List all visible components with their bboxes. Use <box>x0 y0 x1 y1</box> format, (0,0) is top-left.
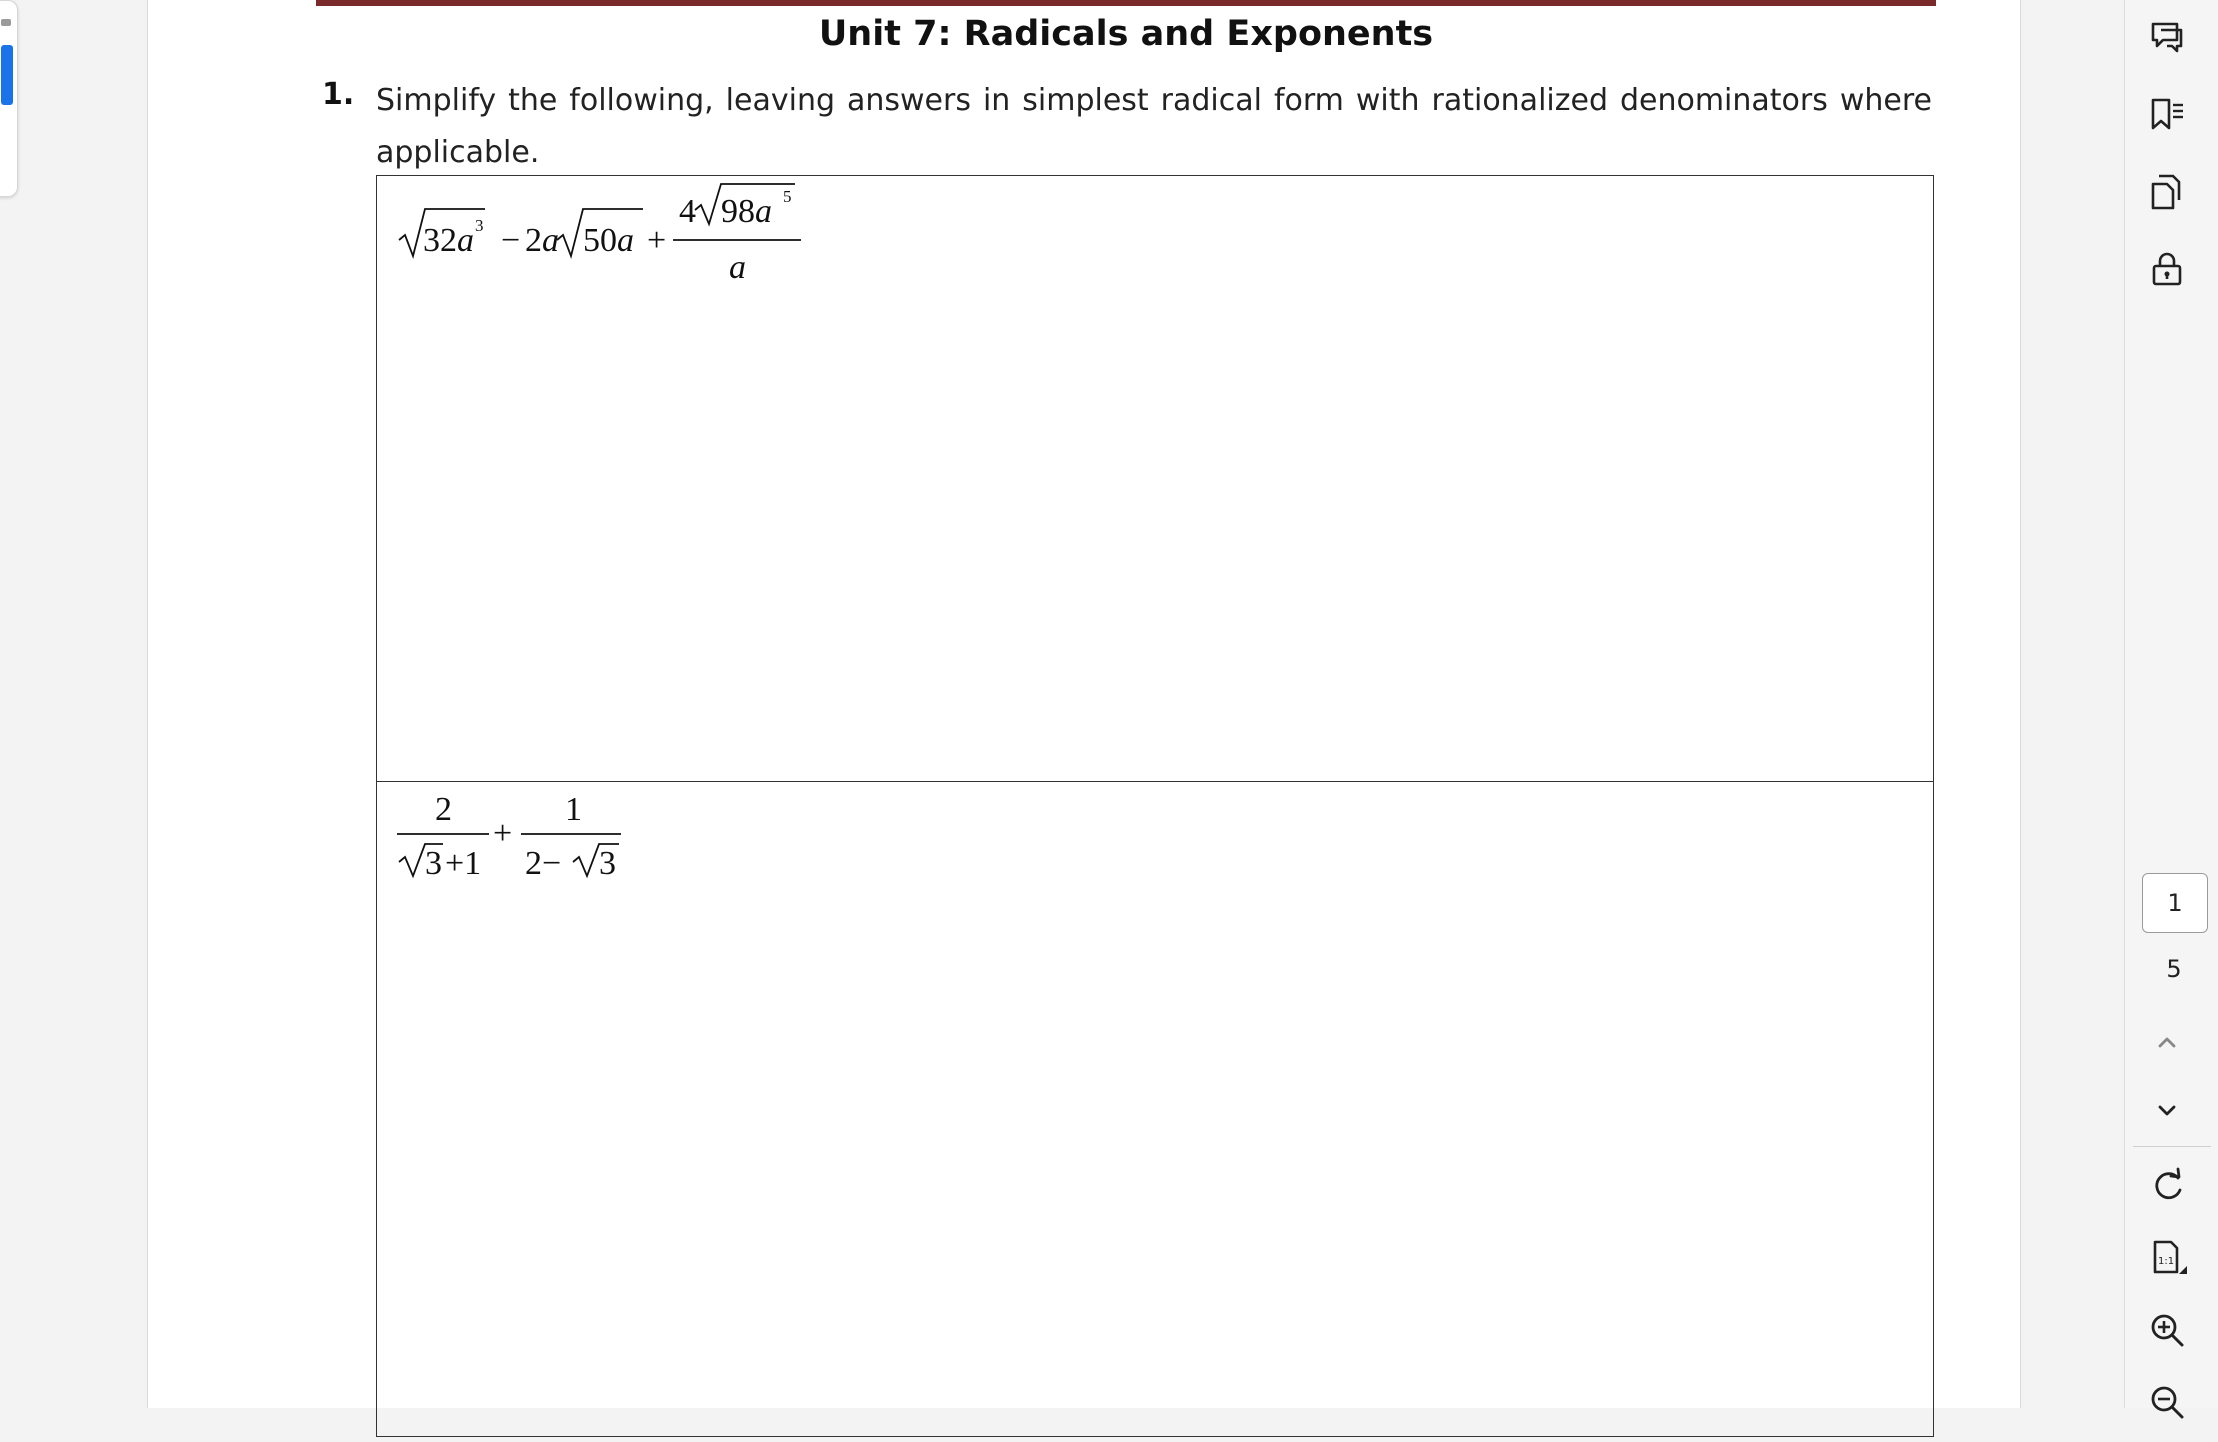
total-pages: 5 <box>2166 955 2182 983</box>
header-rule <box>316 0 1936 6</box>
coef-2: 2 <box>525 222 542 259</box>
chevron-up-icon[interactable] <box>2147 1022 2187 1062</box>
question-number: 1. <box>322 77 355 112</box>
radicand-32: 32 <box>423 222 457 259</box>
left-panel[interactable] <box>0 0 18 197</box>
denominator-a: a <box>729 249 746 280</box>
svg-text:50a: 50a <box>583 222 634 259</box>
svg-text:1:1: 1:1 <box>2158 1256 2174 1267</box>
answer-box-2[interactable]: 2 3 +1 + 1 2− 3 <box>377 782 1933 1442</box>
plus-sign: + <box>647 222 666 259</box>
var-a: a <box>617 222 634 259</box>
lock-icon[interactable] <box>2147 250 2187 290</box>
plus-one: +1 <box>445 845 481 882</box>
svg-text:32a: 32a <box>423 222 474 259</box>
radicand-50: 50 <box>583 222 617 259</box>
math-expression-1: 32a 3 − 2a 50a + 4 98a 5 a <box>398 183 801 280</box>
chevron-down-icon[interactable] <box>2147 1090 2187 1130</box>
numerator-2: 2 <box>435 791 452 828</box>
document-page: Unit 7: Radicals and Exponents 1. Simpli… <box>147 0 2021 1437</box>
current-page-input[interactable]: 1 <box>2142 873 2208 933</box>
answer-box-1[interactable]: 32a 3 − 2a 50a + 4 98a 5 a <box>377 176 1933 782</box>
panel-grip[interactable] <box>1 19 11 26</box>
bookmark-list-icon[interactable] <box>2147 94 2187 134</box>
svg-text:2a: 2a <box>525 222 559 259</box>
var-a: a <box>755 193 772 230</box>
copy-icon[interactable] <box>2147 172 2187 212</box>
radicand-3: 3 <box>599 845 616 882</box>
minus-sign: − <box>501 222 520 259</box>
var-a: a <box>457 222 474 259</box>
exponent-3: 3 <box>475 216 484 235</box>
math-expression-2: 2 3 +1 + 1 2− 3 <box>397 791 621 882</box>
exponent-5: 5 <box>783 187 792 206</box>
comment-icon[interactable] <box>2147 16 2187 56</box>
zoom-out-icon[interactable] <box>2147 1382 2187 1422</box>
plus-sign: + <box>493 815 512 852</box>
two-minus: 2− <box>525 845 561 882</box>
radicand-98: 98 <box>721 193 755 230</box>
radicand-3: 3 <box>425 845 442 882</box>
zoom-in-icon[interactable] <box>2147 1310 2187 1350</box>
panel-tab[interactable] <box>1 45 13 105</box>
numerator-coef-4: 4 <box>679 193 696 230</box>
svg-text:98a: 98a <box>721 193 772 230</box>
toolbar-divider <box>2133 1146 2211 1147</box>
rotate-icon[interactable] <box>2147 1166 2187 1206</box>
right-toolbar: 1 5 1:1 <box>2124 0 2218 1419</box>
question-text: Simplify the following, leaving answers … <box>376 83 1932 170</box>
numerator-1: 1 <box>565 791 582 828</box>
document-title: Unit 7: Radicals and Exponents <box>818 14 1434 54</box>
answer-table: 32a 3 − 2a 50a + 4 98a 5 a 2 3 +1 + 1 2−… <box>376 175 1934 1437</box>
actual-size-icon[interactable]: 1:1 <box>2147 1238 2187 1278</box>
var-a: a <box>542 222 559 259</box>
